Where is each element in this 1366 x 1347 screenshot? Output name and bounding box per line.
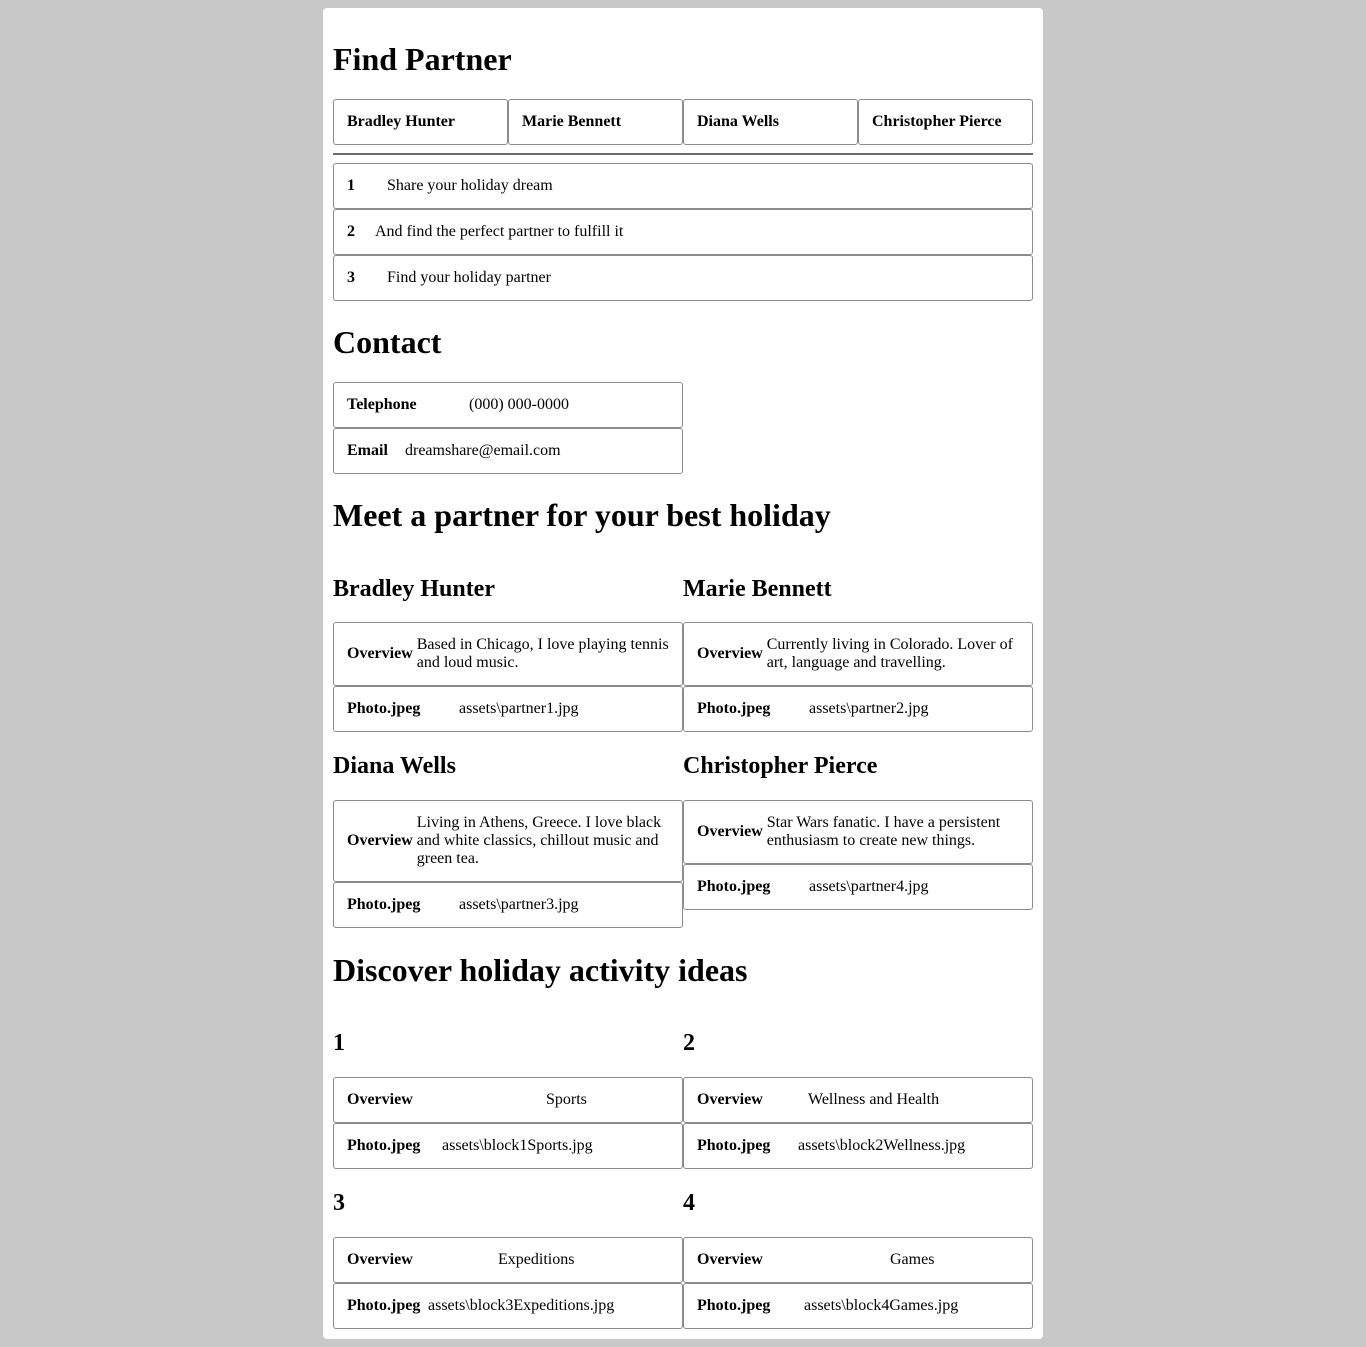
overview-label: Overview [697,823,763,840]
partner-photo-path: assets\partner3.jpg [459,896,579,913]
partner-photo-path: assets\partner2.jpg [809,700,929,717]
tab-marie-bennett[interactable]: Marie Bennett [508,99,683,145]
tab-bradley-hunter[interactable]: Bradley Hunter [333,99,508,145]
partner-overview: Based in Chicago, I love playing tennis … [416,636,669,671]
step-text: Find your holiday partner [387,269,551,286]
partner-overview: Currently living in Colorado. Lover of a… [766,636,1013,671]
step-number: 1 [347,177,355,194]
photo-label: Photo.jpeg [347,1137,421,1154]
step-row: 3 Find your holiday partner [333,255,1033,301]
partner-overview-row: Overview Based in Chicago, I love playin… [333,622,683,686]
step-row: 2 And find the perfect partner to fulfil… [333,209,1033,255]
photo-label: Photo.jpeg [697,1137,771,1154]
overview-label: Overview [697,1251,763,1268]
partner-overview: Living in Athens, Greece. I love black a… [416,814,662,867]
partner-overview-row: Overview Currently living in Colorado. L… [683,622,1033,686]
email-label: Email [347,442,388,459]
activity-photo-row: Photo.jpeg assets\block4Games.jpg [683,1283,1033,1329]
activity-number: 2 [683,1030,695,1056]
email-row: Email dreamshare@email.com [333,428,683,474]
overview-label: Overview [347,832,413,849]
activity-number: 4 [683,1190,695,1216]
activity-photo-row: Photo.jpeg assets\block1Sports.jpg [333,1123,683,1169]
partner-photo-row: Photo.jpeg assets\partner1.jpg [333,686,683,732]
photo-label: Photo.jpeg [697,700,771,717]
partner-photo-row: Photo.jpeg assets\partner2.jpg [683,686,1033,732]
activity-overview-row: Overview Wellness and Health [683,1077,1033,1123]
photo-label: Photo.jpeg [347,896,421,913]
photo-label: Photo.jpeg [697,878,771,895]
activity-number: 3 [333,1190,345,1216]
partner-name: Christopher Pierce [683,753,878,779]
telephone-row: Telephone (000) 000-0000 [333,382,683,428]
partner-overview-row: Overview Star Wars fanatic. I have a per… [683,800,1033,864]
find-partner-title: Find Partner [333,41,512,77]
activity-photo-path: assets\block2Wellness.jpg [798,1137,966,1154]
contact-title: Contact [333,324,442,360]
partner-name: Bradley Hunter [333,576,495,602]
overview-label: Overview [697,645,763,662]
activity-overview: Expeditions [498,1251,575,1268]
photo-label: Photo.jpeg [697,1297,771,1314]
activity-overview: Wellness and Health [808,1091,940,1108]
overview-label: Overview [347,1091,413,1108]
photo-label: Photo.jpeg [347,700,421,717]
activity-overview-row: Overview Sports [333,1077,683,1123]
step-text: And find the perfect partner to fulfill … [375,223,624,240]
overview-label: Overview [347,645,413,662]
activity-overview: Games [890,1251,935,1268]
partner-overview: Star Wars fanatic. I have a persistent e… [766,814,1001,849]
overview-label: Overview [347,1251,413,1268]
partner-name: Marie Bennett [683,576,832,602]
activity-overview-row: Overview Games [683,1237,1033,1283]
step-row: 1 Share your holiday dream [333,163,1033,209]
step-number: 3 [347,269,355,286]
tab-divider [333,153,1033,155]
page-container: Find Partner Bradley Hunter Marie Bennet… [323,8,1043,1339]
tab-christopher-pierce[interactable]: Christopher Pierce [858,99,1033,145]
activity-number: 1 [333,1030,345,1056]
activity-photo-path: assets\block1Sports.jpg [442,1137,593,1154]
activity-photo-path: assets\block4Games.jpg [804,1297,959,1314]
step-text: Share your holiday dream [387,177,553,194]
photo-label: Photo.jpeg [347,1297,421,1314]
step-number: 2 [347,223,355,240]
tab-diana-wells[interactable]: Diana Wells [683,99,858,145]
partner-photo-row: Photo.jpeg assets\partner3.jpg [333,882,683,928]
activity-overview-row: Overview Expeditions [333,1237,683,1283]
activities-title: Discover holiday activity ideas [333,952,748,988]
activity-overview: Sports [546,1091,587,1108]
telephone-value: (000) 000-0000 [469,396,569,413]
activity-photo-row: Photo.jpeg assets\block2Wellness.jpg [683,1123,1033,1169]
activity-photo-row: Photo.jpeg assets\block3Expeditions.jpg [333,1283,683,1329]
partners-title: Meet a partner for your best holiday [333,497,831,533]
partner-photo-path: assets\partner4.jpg [809,878,929,895]
email-value: dreamshare@email.com [405,442,561,459]
partner-overview-row: Overview Living in Athens, Greece. I lov… [333,800,683,882]
telephone-label: Telephone [347,396,417,413]
partner-photo-row: Photo.jpeg assets\partner4.jpg [683,864,1033,910]
partner-name: Diana Wells [333,753,456,779]
activity-photo-path: assets\block3Expeditions.jpg [428,1297,615,1314]
partner-photo-path: assets\partner1.jpg [459,700,579,717]
overview-label: Overview [697,1091,763,1108]
